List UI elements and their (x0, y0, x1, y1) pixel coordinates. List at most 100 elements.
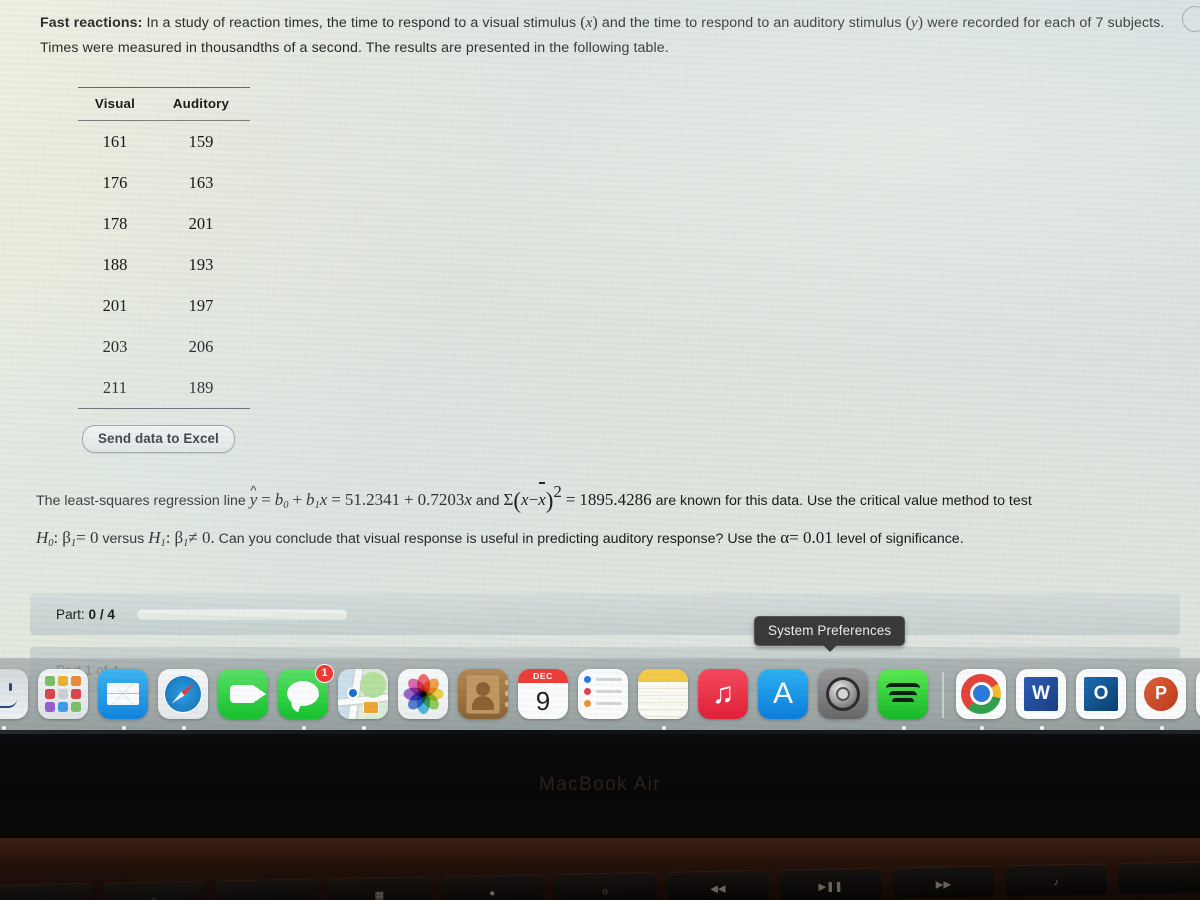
x-bar: x (538, 482, 546, 516)
overbar-accent (539, 482, 545, 484)
cell-auditory: 201 (188, 213, 214, 233)
dock-item-calendar[interactable]: DEC 9 (518, 668, 570, 721)
beta1-h0: β1 (62, 528, 77, 550)
column-header-visual: Visual (94, 96, 136, 111)
dock-item-microsoft-word[interactable]: W (1016, 668, 1068, 730)
minus: − (528, 490, 539, 510)
colon-1: : (53, 528, 59, 548)
eq1: = (261, 490, 271, 510)
macbook-air-label: MacBook Air (538, 774, 662, 795)
problem-intro-b: and the time to respond to an auditory s… (601, 15, 902, 31)
keyboard-key-forward[interactable]: ▶▶ (892, 866, 995, 899)
cell-visual: 203 (102, 336, 128, 356)
macos-dock[interactable]: 1 DEC 9 ♫ A W O P (0, 658, 1200, 730)
keyboard-key[interactable]: ▦ (328, 877, 431, 900)
exponent-2: 2 (553, 482, 562, 501)
microsoft-powerpoint-icon: P (1136, 668, 1186, 719)
alpha-value: = 0.01 (789, 528, 833, 548)
part-progress-bar[interactable]: Part: 0 / 4 (30, 593, 1180, 636)
keyboard-key[interactable]: ☼ (553, 873, 657, 900)
cell-auditory: 197 (188, 295, 214, 315)
h0: H0 (36, 528, 54, 550)
calendar-icon: DEC 9 (518, 668, 568, 719)
keyboard-key[interactable] (1117, 862, 1200, 895)
contacts-icon (458, 668, 508, 719)
beta1-h1: β1 (174, 528, 189, 550)
running-indicator (302, 725, 306, 730)
dock-item-launchpad[interactable] (38, 668, 90, 721)
cell-auditory: 159 (188, 131, 214, 151)
cell-visual: 211 (102, 377, 128, 397)
keyboard-function-row[interactable]: ☼ ☼ ▦ ● ☼ ◀◀ ▶❚❚ ▶▶ ♪ (0, 862, 1200, 900)
keyboard-key-mute[interactable]: ♪ (1004, 864, 1108, 897)
data-table-wrapper: Visual Auditory 161 159 176 163 178 201 … (78, 87, 250, 409)
cell-auditory: 189 (188, 377, 214, 397)
var-y: y (911, 15, 918, 31)
running-indicator (122, 725, 126, 730)
h1-not-equal-zero: ≠ 0. (188, 528, 215, 548)
keyboard-key[interactable] (215, 879, 318, 900)
statement-s2: and (475, 493, 500, 510)
cell-visual: 161 (102, 131, 128, 151)
keyboard-key-rewind[interactable]: ◀◀ (666, 870, 769, 900)
eq2: = (331, 490, 341, 510)
dock-item-messages[interactable]: 1 (278, 663, 334, 730)
colon-2: : (165, 528, 171, 548)
dock-item-photos[interactable] (398, 668, 450, 721)
statement-s5: level of significance. (836, 531, 964, 548)
dock-item-reminders[interactable] (578, 668, 630, 721)
dock-item-contacts[interactable] (458, 668, 510, 721)
reminders-icon (578, 668, 628, 719)
slope-value: 0.7203 (417, 490, 465, 510)
keyboard-key[interactable]: ● (441, 875, 544, 900)
var-x: x (585, 15, 593, 31)
h0-equals-zero: = 0 (76, 528, 99, 548)
finder-icon (0, 668, 28, 719)
dock-item-notes[interactable] (638, 668, 690, 730)
column-header-auditory: Auditory (172, 96, 230, 111)
dock-item-facetime[interactable] (218, 668, 270, 721)
regression-statement: The least-squares regression line ^ y = b… (0, 477, 1200, 521)
hat-accent: ^ (250, 483, 257, 499)
dock-item-music[interactable]: ♫ (698, 668, 750, 721)
var-x-paren: (x) (580, 14, 598, 31)
keyboard-key[interactable]: ☼ (102, 881, 206, 900)
cell-auditory: 193 (188, 254, 214, 274)
dock-item-system-preferences[interactable] (818, 668, 870, 721)
keyboard-key-play-pause[interactable]: ▶❚❚ (779, 868, 882, 900)
calendar-day: 9 (535, 685, 551, 716)
problem-title: Fast reactions: (40, 15, 143, 31)
table-header-row: Visual Auditory (78, 87, 250, 121)
running-indicator (902, 725, 906, 730)
reaction-times-table: Visual Auditory 161 159 176 163 178 201 … (78, 87, 250, 409)
dock-item-microsoft-outlook[interactable]: O (1076, 668, 1128, 730)
dock-item-chrome[interactable] (956, 668, 1008, 730)
keyboard-key[interactable]: ☼ (0, 883, 93, 900)
dock-item-microsoft-powerpoint[interactable]: P (1136, 668, 1188, 730)
calendar-month: DEC (518, 668, 568, 683)
running-indicator (1100, 725, 1104, 730)
table-row: 161 159 (78, 121, 250, 163)
send-data-to-excel-button[interactable]: Send data to Excel (82, 425, 235, 453)
plus2: + (404, 490, 414, 510)
mail-icon (98, 668, 148, 719)
open-paren: ( (513, 488, 522, 514)
dock-item-microsoft-excel[interactable]: X (1196, 668, 1200, 721)
running-indicator (2, 725, 6, 730)
microsoft-outlook-icon: O (1076, 668, 1126, 719)
hypothesis-statement: H0: β1= 0 versus H1: β1≠ 0. Can you conc… (0, 523, 1200, 559)
running-indicator (662, 725, 666, 730)
dock-separator (942, 671, 944, 718)
dock-item-app-store[interactable]: A (758, 668, 810, 721)
table-row: 201 197 (78, 285, 250, 326)
dock-item-spotify[interactable] (878, 668, 930, 730)
powerpoint-letter: P (1144, 676, 1178, 711)
dock-item-mail[interactable] (98, 668, 150, 730)
dock-item-finder[interactable] (0, 668, 30, 730)
laptop-bezel: MacBook Air (0, 730, 1200, 840)
statement-s4: Can you conclude that visual response is… (218, 531, 777, 548)
dock-item-safari[interactable] (158, 668, 210, 730)
dock-item-maps[interactable] (338, 668, 390, 730)
cell-visual: 201 (102, 295, 128, 315)
statement-s3: are known for this data. Use the critica… (655, 493, 1032, 510)
